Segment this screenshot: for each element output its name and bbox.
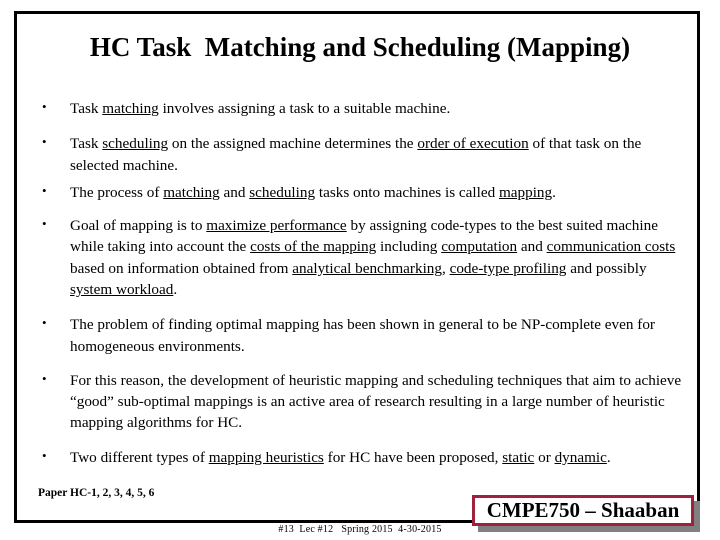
- bullet-marker-icon: •: [42, 99, 47, 114]
- course-badge-label: CMPE750 – Shaaban: [486, 498, 680, 522]
- bullet-list: • Task matching involves assigning a tas…: [38, 98, 688, 468]
- slide-info-footer: #13 Lec #12 Spring 2015 4-30-2015: [278, 524, 442, 535]
- slide-canvas: HC Task Matching and Scheduling (Mapping…: [0, 0, 720, 540]
- bullet-text: The problem of finding optimal mapping h…: [70, 316, 655, 355]
- bullet-marker-icon: •: [42, 370, 47, 386]
- course-badge: CMPE750 – Shaaban: [472, 495, 700, 532]
- bullet-text: Two different types of mapping heuristic…: [70, 448, 611, 466]
- list-item: • Task matching involves assigning a tas…: [38, 98, 688, 119]
- bullet-text: Task matching involves assigning a task …: [70, 100, 451, 117]
- course-badge-box: CMPE750 – Shaaban: [472, 495, 694, 526]
- bullet-marker-icon: •: [42, 315, 47, 331]
- bullet-text: Task scheduling on the assigned machine …: [70, 135, 642, 174]
- list-item: • Task scheduling on the assigned machin…: [38, 133, 688, 176]
- list-item: • For this reason, the development of he…: [38, 370, 688, 434]
- bullet-marker-icon: •: [42, 216, 47, 232]
- bullet-text: The process of matching and scheduling t…: [70, 183, 556, 201]
- bullet-text: Goal of mapping is to maximize performan…: [70, 217, 676, 298]
- bullet-marker-icon: •: [42, 182, 47, 198]
- bullet-text: For this reason, the development of heur…: [70, 371, 682, 432]
- list-item: • The problem of finding optimal mapping…: [38, 314, 688, 357]
- list-item: • Two different types of mapping heurist…: [38, 447, 688, 468]
- paper-reference: Paper HC-1, 2, 3, 4, 5, 6: [38, 487, 155, 499]
- list-item: • Goal of mapping is to maximize perform…: [38, 215, 688, 300]
- list-item: • The process of matching and scheduling…: [38, 182, 688, 203]
- bullet-marker-icon: •: [42, 134, 47, 150]
- bullet-marker-icon: •: [42, 447, 47, 463]
- page-title: HC Task Matching and Scheduling (Mapping…: [89, 32, 631, 62]
